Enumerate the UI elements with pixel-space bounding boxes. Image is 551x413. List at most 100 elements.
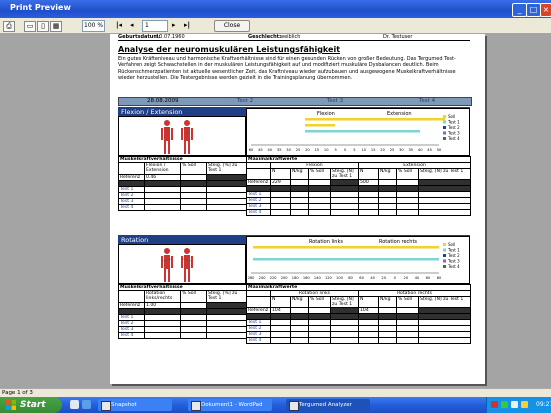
col-head: Steig. [N] zu Test 1	[417, 168, 472, 180]
last-page-icon[interactable]: ▸|	[184, 20, 190, 31]
volume-icon[interactable]	[511, 401, 518, 408]
tick-label: 40	[370, 276, 375, 280]
tick-label: 25	[390, 148, 395, 152]
col-head: N/kg	[290, 296, 309, 308]
col-head: % Soll	[180, 290, 207, 303]
close-preview-button[interactable]: Close	[214, 20, 250, 32]
task-label: Snapshot	[111, 402, 137, 408]
tick-label: 40	[415, 276, 420, 280]
col-head: Steig. [N] zu Test 1	[417, 296, 472, 308]
tick-label: 260	[248, 276, 256, 280]
col-head: % Soll	[308, 296, 331, 308]
strength-chart-svg: Flexion Extension SollTest 1Test 2Test 3…	[249, 111, 460, 152]
muscle-figure	[118, 116, 246, 156]
tick-label: 35	[277, 148, 282, 152]
col-head: Rotation links/rechts	[144, 290, 181, 303]
legend-label: Test 3	[447, 131, 460, 136]
gender-label: Geschlecht:	[248, 34, 282, 40]
minimize-button[interactable]: _	[512, 3, 527, 17]
page-info: Page 1 of 3	[2, 390, 33, 396]
tick-label: 45	[258, 148, 263, 152]
tick-label: 100	[336, 276, 344, 280]
tray-icon[interactable]	[501, 401, 508, 408]
legend-label: Soll	[448, 114, 455, 119]
muscle-figure-icon	[161, 248, 193, 282]
maximize-button[interactable]: □	[526, 3, 541, 17]
col-head	[118, 290, 145, 303]
legend-label: Test 2	[447, 253, 460, 258]
chart-scale: 60 45 40 35 30 25 20 15 10 5 0 5 10 15 20 25 30 35 40 45 50	[249, 144, 442, 152]
col-head: % Soll	[396, 296, 419, 308]
tick-label: 40	[268, 148, 273, 152]
print-icon[interactable]: ⎙	[3, 21, 15, 32]
tick-label: 5	[334, 148, 336, 152]
chart-left-label: Rotation links	[309, 239, 343, 245]
chart-scale: 260 240 220 200 180 160 140 120 100 80 60 40 20 0 20 40…	[248, 272, 442, 280]
network-icon[interactable]	[521, 401, 528, 408]
muscle-figure	[118, 244, 246, 284]
legend-swatch	[443, 126, 446, 129]
wordpad-icon	[191, 401, 201, 411]
section-title: Flexion / Extension	[118, 108, 246, 116]
tick-label: 45	[427, 148, 432, 152]
test-row-label: Test 4	[246, 209, 271, 216]
tick-label: 35	[409, 148, 414, 152]
test1-bar-2	[253, 258, 439, 261]
chart-legend: SollTest 1Test 2Test 3Test 4	[443, 242, 460, 269]
chart-right-label: Rotation rechts	[379, 239, 417, 245]
tick-label: 30	[399, 148, 404, 152]
tick-label: 15	[315, 148, 320, 152]
muscle-figure-icon	[161, 120, 193, 154]
task-snapshot[interactable]: Snapshot	[98, 399, 172, 411]
clock: 09:21	[536, 401, 551, 408]
test-date-4: Test 4	[419, 98, 436, 104]
tick-label: 0	[394, 276, 397, 280]
quicklaunch-browser-icon[interactable]	[82, 400, 91, 409]
tick-label: 80	[348, 276, 353, 280]
col-head	[118, 162, 145, 175]
page-number-input[interactable]: 1	[142, 20, 168, 32]
app-icon	[101, 401, 111, 411]
tick-label: 20	[404, 276, 409, 280]
strength-chart-svg: Rotation links Rotation rechts SollTest …	[248, 239, 461, 280]
task-label: Tergumed Analyzer	[299, 402, 352, 408]
start-button[interactable]: Start	[0, 397, 62, 413]
one-page-icon[interactable]: ▭	[24, 21, 36, 32]
test-row-label: Test 4	[246, 337, 271, 344]
strength-chart: Rotation links Rotation rechts Soll Test …	[246, 236, 470, 284]
test1-bar-1	[305, 130, 420, 133]
task-tergumed[interactable]: Tergumed Analyzer	[286, 399, 370, 411]
task-wordpad[interactable]: Dokument1 - WordPad	[188, 399, 272, 411]
tick-label: 30	[286, 148, 291, 152]
legend-swatch	[443, 120, 446, 124]
report-page: Geburtsdatum: 10.07.1960 Geschlecht: wei…	[110, 34, 485, 384]
col-head: Steig. [%] zu Test 1	[205, 162, 248, 175]
legend-swatch	[443, 254, 446, 257]
col-head	[246, 168, 271, 180]
tick-label: 50	[437, 148, 442, 152]
tick-label: 220	[270, 276, 278, 280]
show-desktop-icon[interactable]	[70, 400, 79, 409]
first-page-icon[interactable]: |◂	[116, 20, 122, 31]
tray-icon[interactable]	[491, 401, 498, 408]
col-head: Flexion / Extension	[144, 162, 181, 175]
report-title: Analyse der neuromuskulären Leistungsfäh…	[118, 45, 341, 54]
tick-label: 0	[344, 148, 347, 152]
tick-label: 200	[281, 276, 289, 280]
multi-page-icon[interactable]: ▦	[50, 21, 62, 32]
col-head: N	[270, 168, 291, 180]
prev-page-icon[interactable]: ◂	[130, 20, 134, 31]
tick-label: 80	[437, 276, 442, 280]
close-window-button[interactable]: ×	[540, 3, 551, 17]
col-head: N	[358, 296, 379, 308]
soll-bar-1	[305, 118, 445, 121]
two-page-icon[interactable]: ▯	[37, 21, 49, 32]
zoom-select[interactable]: 100 %	[82, 20, 105, 32]
section-title: Rotation	[118, 236, 246, 244]
preview-canvas[interactable]: Geburtsdatum: 10.07.1960 Geschlecht: wei…	[0, 34, 551, 388]
col-head: N	[270, 296, 291, 308]
chart-right-label: Extension	[387, 111, 412, 117]
test-date-1: 28.08.2009	[147, 98, 179, 104]
next-page-icon[interactable]: ▸	[172, 20, 176, 31]
col-head: Steig. [N] zu Test 1	[330, 168, 359, 180]
